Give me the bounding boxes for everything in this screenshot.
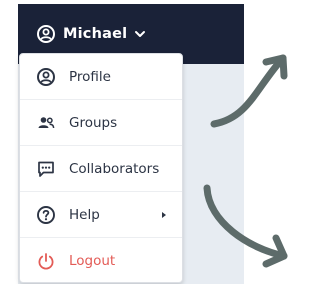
annotation-arrows [203,54,288,268]
curved-arrow-icon [203,184,288,268]
curved-arrow-icon [210,54,288,128]
